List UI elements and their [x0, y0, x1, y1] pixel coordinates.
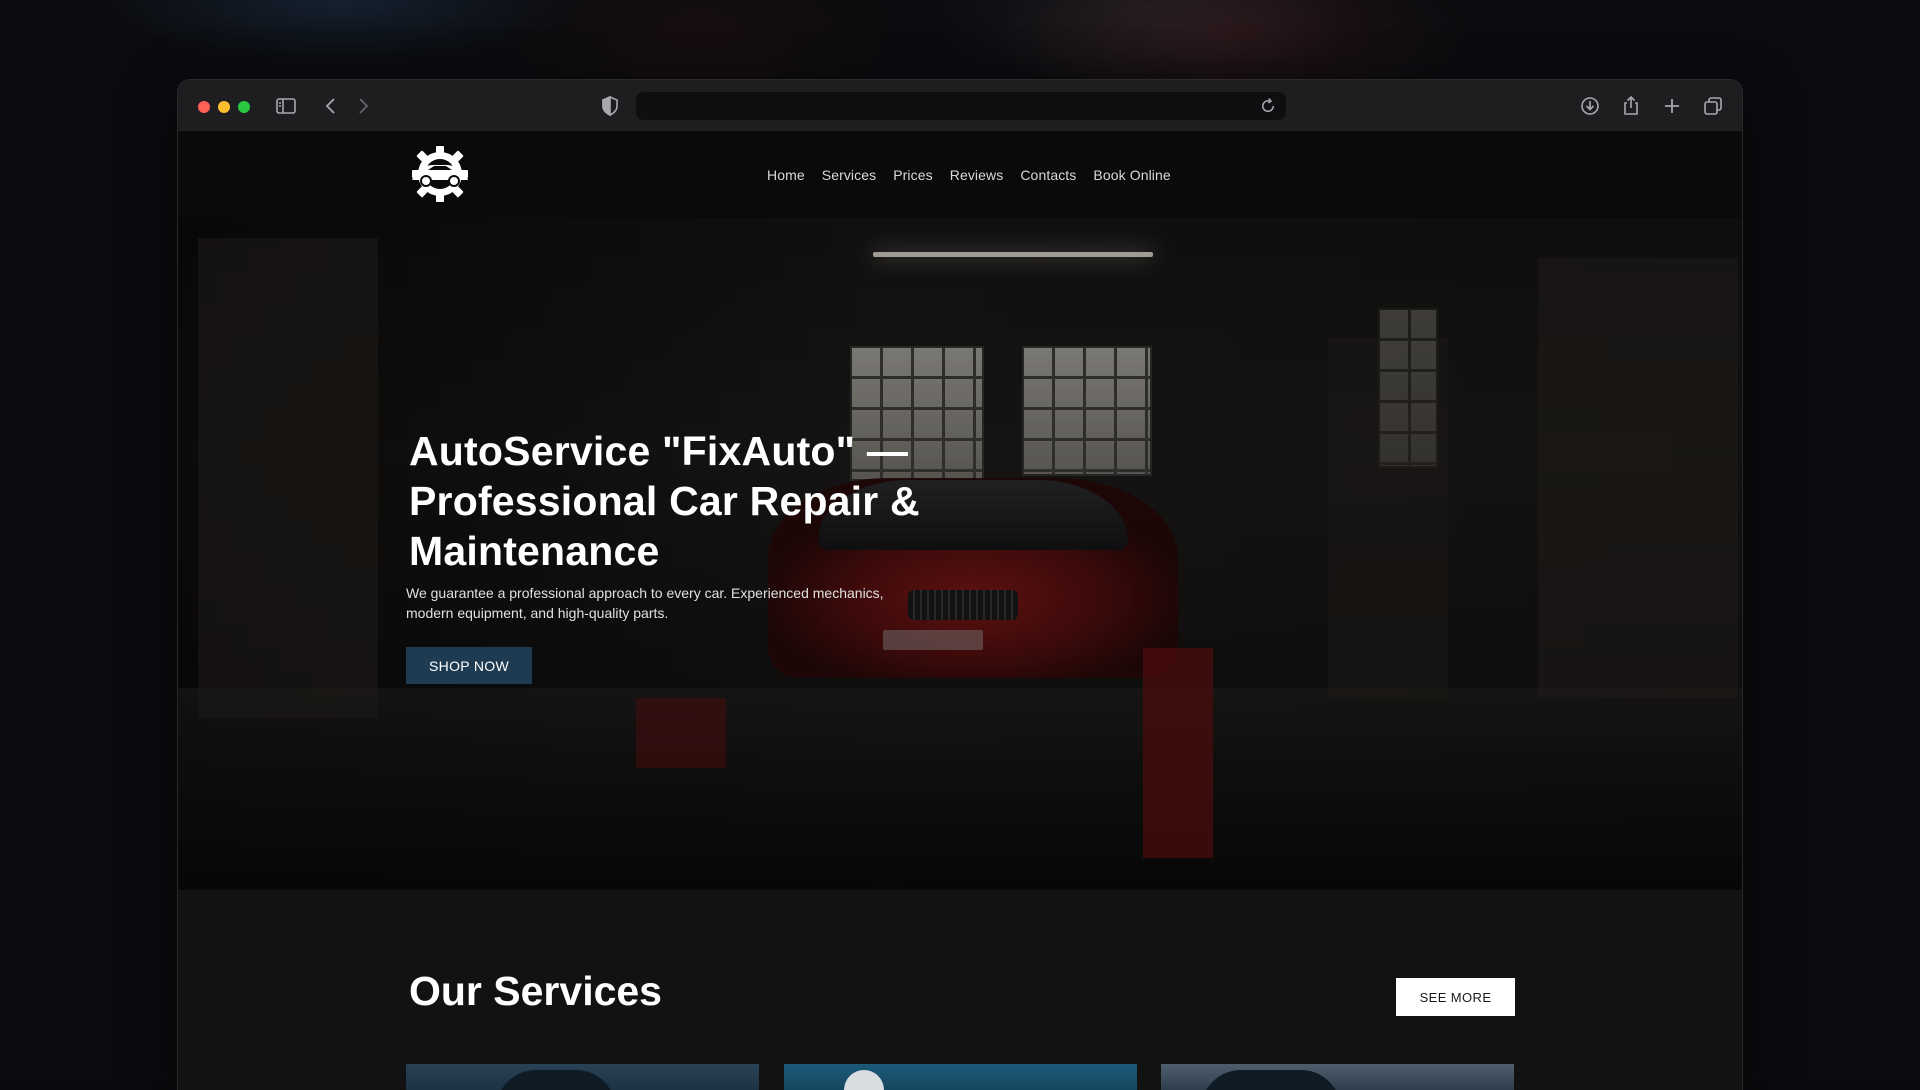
nav-contacts[interactable]: Contacts: [1020, 167, 1076, 183]
nav-book-online[interactable]: Book Online: [1093, 167, 1170, 183]
site-header: Home Services Prices Reviews Contacts Bo…: [178, 132, 1742, 218]
hero-title: AutoService "FixAuto" — Professional Car…: [409, 428, 920, 574]
close-window-button[interactable]: [198, 101, 210, 113]
nav-reviews[interactable]: Reviews: [950, 167, 1004, 183]
nav-prices[interactable]: Prices: [893, 167, 933, 183]
nav-services[interactable]: Services: [822, 167, 876, 183]
sidebar-icon[interactable]: [274, 94, 298, 118]
hero-section: AutoService "FixAuto" — Professional Car…: [178, 218, 1742, 890]
main-nav: Home Services Prices Reviews Contacts Bo…: [767, 132, 1171, 218]
shop-now-button[interactable]: SHOP NOW: [406, 647, 532, 684]
forward-icon[interactable]: [351, 94, 375, 118]
share-icon[interactable]: [1619, 94, 1643, 118]
browser-toolbar: [178, 80, 1742, 132]
services-section-title: Our Services: [409, 968, 662, 1014]
see-more-button[interactable]: SEE MORE: [1396, 978, 1515, 1016]
back-icon[interactable]: [319, 94, 343, 118]
service-card-image[interactable]: [1161, 1064, 1514, 1090]
zoom-window-button[interactable]: [238, 101, 250, 113]
gear-car-logo[interactable]: [408, 144, 472, 204]
minimize-window-button[interactable]: [218, 101, 230, 113]
browser-window: Home Services Prices Reviews Contacts Bo…: [178, 80, 1742, 1090]
new-tab-icon[interactable]: [1660, 94, 1684, 118]
reload-icon[interactable]: [1259, 97, 1277, 115]
website: Home Services Prices Reviews Contacts Bo…: [178, 132, 1742, 1090]
tabs-overview-icon[interactable]: [1701, 94, 1725, 118]
service-card-image[interactable]: [406, 1064, 759, 1090]
service-card-image[interactable]: [784, 1064, 1137, 1090]
nav-home[interactable]: Home: [767, 167, 805, 183]
privacy-shield-icon[interactable]: [598, 94, 622, 118]
address-bar[interactable]: [636, 92, 1286, 120]
hero-description: We guarantee a professional approach to …: [406, 585, 884, 621]
download-icon[interactable]: [1578, 94, 1602, 118]
